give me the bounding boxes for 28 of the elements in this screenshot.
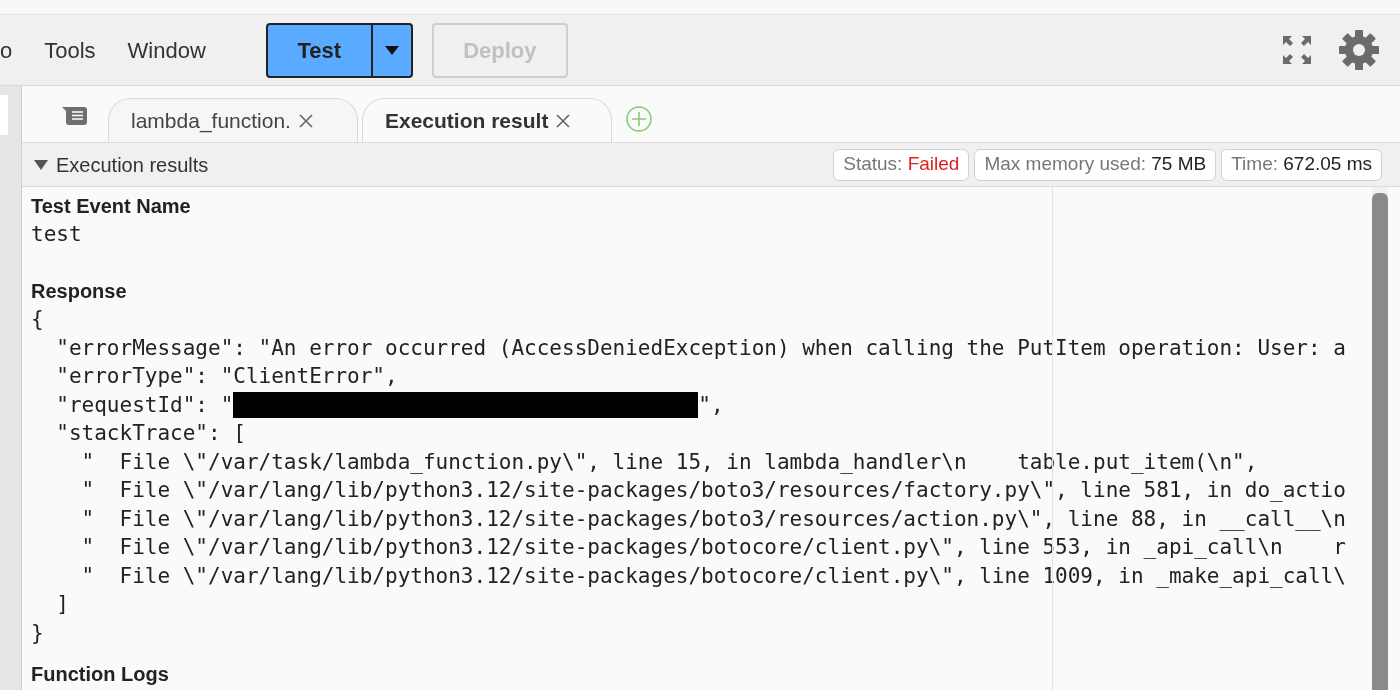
code-line: ]: [55, 591, 69, 618]
code-line: "stackTrace": [: [55, 420, 246, 447]
editor-tab[interactable]: lambda_function.: [108, 98, 358, 142]
code-line: "requestId": ": [55, 391, 234, 419]
tab-label: Execution result: [385, 107, 549, 134]
event-name: test: [31, 221, 83, 248]
status-badge: Status: Failed: [833, 148, 970, 181]
code-line: }: [31, 619, 44, 647]
menu-item[interactable]: o: [0, 33, 13, 67]
menu-item[interactable]: Window: [127, 33, 206, 67]
section-heading: Response: [31, 279, 128, 304]
code-line: " File \"/var/task/lambda_function.py\", line 15, in lambda_handler\n table.put_item(\n",: [80, 448, 1258, 476]
editor-tab[interactable]: Execution result: [362, 98, 612, 142]
tab-label: lambda_function.: [131, 107, 291, 135]
code-line: ",: [698, 391, 724, 419]
code-line: " File \"/var/lang/lib/python3.12/site-packages/botocore/client.py\", line 553, in _api_call\n r: [80, 534, 1346, 561]
menu-item[interactable]: Tools: [44, 33, 96, 67]
panel-title: Execution results: [56, 152, 209, 178]
code-line: "errorType": "ClientError",: [55, 363, 398, 390]
code-line: " File \"/var/lang/lib/python3.12/site-packages/botocore/client.py\", line 1009, in _make_api_call\: [80, 562, 1346, 590]
section-heading: Test Event Name: [31, 194, 192, 219]
code-line: "errorMessage": "An error occurred (AccessDeniedException) when calling the PutItem operation: User: a: [55, 334, 1346, 362]
status-badge: Max memory used: 75 MB: [974, 148, 1217, 181]
code-line: " File \"/var/lang/lib/python3.12/site-packages/boto3/resources/action.py\", line 88, in __call__\n: [80, 505, 1346, 533]
code-line: {: [31, 306, 44, 333]
section-heading: Function Logs: [31, 663, 170, 685]
code-line: " File \"/var/lang/lib/python3.12/site-packages/boto3/resources/factory.py\", line 581, in do_actio: [80, 477, 1346, 504]
status-badge: Time: 672.05 ms: [1221, 148, 1382, 181]
